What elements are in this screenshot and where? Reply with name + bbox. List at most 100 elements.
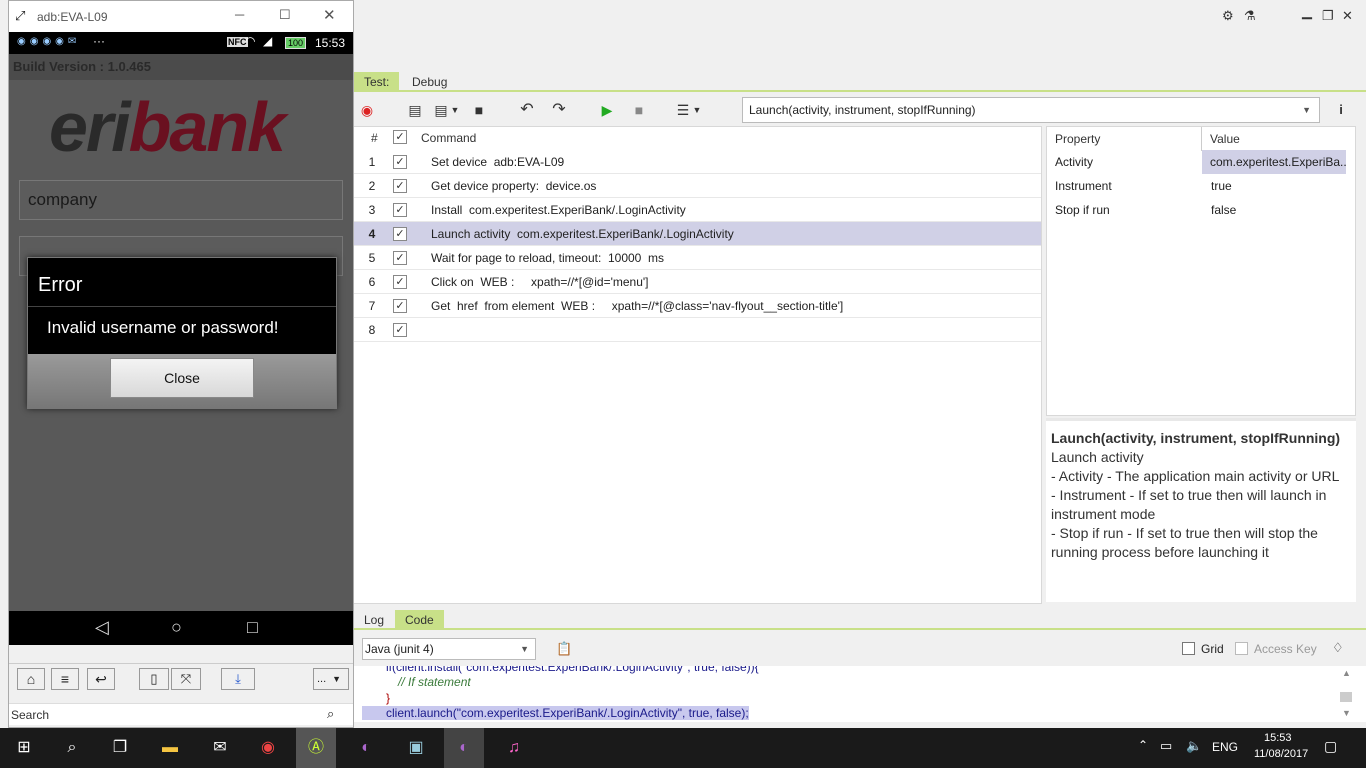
tab-debug[interactable]: Debug — [402, 72, 457, 92]
device-more-button[interactable]: ... ▼ — [313, 668, 349, 690]
chrome-icon[interactable]: ◉ — [248, 734, 288, 762]
notification-icons: ◉◉◉◉✉ — [17, 36, 81, 47]
scroll-up-icon[interactable]: ▲ — [1342, 668, 1351, 678]
table-row[interactable]: 2 ✓ Get device property: device.os — [353, 174, 1041, 198]
itunes-icon[interactable]: ♫ — [494, 734, 534, 762]
device-search[interactable]: Search ⌕ — [9, 703, 353, 725]
row-number: 2 — [368, 179, 376, 193]
device-rotate-icon[interactable]: ▯ — [139, 668, 169, 690]
redo-icon[interactable]: ↷ — [550, 102, 568, 118]
maximize-icon[interactable]: ☐ — [279, 7, 291, 23]
row-checkbox[interactable]: ✓ — [393, 155, 407, 169]
volume-icon[interactable]: 🔈 — [1186, 738, 1202, 754]
language-indicator[interactable]: ENG — [1212, 740, 1238, 754]
table-row[interactable]: 1 ✓ Set device adb:EVA-L09 — [353, 150, 1041, 174]
row-checkbox[interactable]: ✓ — [393, 251, 407, 265]
close-button[interactable]: Close — [110, 358, 254, 398]
action-center-icon[interactable]: ▢ — [1324, 738, 1337, 755]
username-field[interactable]: company — [19, 180, 343, 220]
close-icon[interactable]: ✕ — [323, 6, 336, 24]
settings-bug-icon[interactable]: ⚙ — [1222, 8, 1234, 24]
language-select[interactable]: Java (junit 4) ▼ — [362, 638, 536, 660]
search-icon[interactable]: ⌕ — [52, 734, 92, 762]
minimize-icon[interactable]: ▁ — [1302, 4, 1312, 20]
row-checkbox[interactable]: ✓ — [393, 323, 407, 337]
row-checkbox[interactable]: ✓ — [393, 203, 407, 217]
undo-icon[interactable]: ↶ — [518, 102, 536, 118]
clock-time[interactable]: 15:53 — [1264, 732, 1292, 744]
logo-part-red: bank — [128, 88, 286, 166]
table-row[interactable]: 5 ✓ Wait for page to reload, timeout: 10… — [353, 246, 1041, 270]
code-scrollbar[interactable]: ▲ ▼ — [1340, 668, 1354, 720]
restore-icon[interactable]: ❐ — [1322, 8, 1334, 24]
list-dropdown-icon[interactable]: ▼ — [688, 102, 706, 118]
tab-code[interactable]: Code — [395, 610, 444, 630]
device-window-title: adb:EVA-L09 — [37, 10, 108, 24]
image-app-icon[interactable]: ▣ — [396, 734, 436, 762]
close-icon[interactable]: ✕ — [1342, 8, 1353, 24]
record-icon[interactable]: ◉ — [358, 102, 376, 118]
table-row[interactable]: 7 ✓ Get href from element WEB : xpath=//… — [353, 294, 1041, 318]
device-back-icon[interactable]: ↩ — [87, 668, 115, 690]
property-row[interactable]: Activity com.experitest.ExperiBa... — [1047, 150, 1355, 174]
property-value[interactable]: false — [1211, 198, 1355, 222]
task-view-icon[interactable]: ❐ — [100, 734, 140, 762]
table-row[interactable]: 8 ✓ — [353, 318, 1041, 342]
command-select-value: Launch(activity, instrument, stopIfRunni… — [749, 103, 976, 117]
row-checkbox[interactable]: ✓ — [393, 299, 407, 313]
scroll-down-icon[interactable]: ▼ — [1342, 708, 1351, 718]
mail-icon[interactable]: ✉ — [200, 734, 240, 762]
add-step-icon[interactable]: ▤ — [406, 102, 424, 118]
chevron-up-icon[interactable]: ⌃ — [1138, 738, 1148, 752]
table-row-selected[interactable]: 4 ✓ Launch activity com.experitest.Exper… — [353, 222, 1041, 246]
device-cursor-icon[interactable]: ⤧ — [171, 668, 201, 690]
device-pin-icon[interactable]: ⤓ — [221, 668, 255, 690]
eclipse-icon[interactable]: ◐ — [346, 734, 386, 762]
table-row[interactable]: 6 ✓ Click on WEB : xpath=//*[@id='menu'] — [353, 270, 1041, 294]
eclipse-active-icon[interactable]: ◐ — [444, 728, 484, 768]
save-icon[interactable]: ■ — [470, 102, 488, 118]
windows-taskbar: ⊞ ⌕ ❐ ▬ ✉ ◉ Ⓐ ◐ ▣ ◐ ♫ ⌃ ▭ 🔈 ENG 15:53 11… — [0, 728, 1366, 768]
tab-log[interactable]: Log — [354, 610, 394, 630]
network-icon[interactable]: ▭ — [1160, 738, 1172, 754]
back-icon[interactable]: ◁ — [95, 617, 109, 638]
property-value[interactable]: com.experitest.ExperiBa... — [1202, 150, 1346, 174]
select-all-checkbox[interactable]: ✓ — [393, 130, 407, 144]
grid-checkbox[interactable] — [1182, 642, 1195, 655]
tab-test[interactable]: Test: — [354, 72, 400, 92]
play-icon[interactable]: ▶ — [598, 102, 616, 118]
device-screen[interactable]: ◉◉◉◉✉ ··· NFC ◠ ◢ 100 15:53 Build Versio… — [9, 32, 353, 645]
row-checkbox[interactable]: ✓ — [393, 227, 407, 241]
device-menu-icon[interactable]: ≡ — [51, 668, 79, 690]
search-icon[interactable]: ⌕ — [327, 706, 334, 722]
access-key-checkbox[interactable] — [1235, 642, 1248, 655]
export-dropdown-icon[interactable]: ▼ — [446, 102, 464, 118]
windows-start-icon[interactable]: ⊞ — [4, 734, 44, 762]
home-icon[interactable]: ○ — [171, 617, 182, 638]
table-row[interactable]: 3 ✓ Install com.experitest.ExperiBank/.L… — [353, 198, 1041, 222]
clock-date[interactable]: 11/08/2017 — [1254, 748, 1308, 760]
file-explorer-icon[interactable]: ▬ — [150, 734, 190, 762]
minimize-icon[interactable]: ─ — [235, 7, 244, 22]
clipboard-icon[interactable]: 📋 — [556, 641, 572, 657]
info-icon[interactable]: i — [1332, 102, 1350, 118]
property-row[interactable]: Stop if run false — [1047, 198, 1355, 222]
device-home-icon[interactable]: ⌂ — [17, 668, 45, 690]
code-line-highlighted: client.launch("com.experitest.ExperiBank… — [362, 706, 749, 720]
code-editor[interactable]: if(client.install("com.experitest.Experi… — [352, 666, 1366, 722]
scroll-thumb[interactable] — [1340, 692, 1352, 702]
command-select[interactable]: Launch(activity, instrument, stopIfRunni… — [742, 97, 1320, 123]
row-checkbox[interactable]: ✓ — [393, 275, 407, 289]
lightbulb-icon[interactable]: ♢ — [1332, 640, 1344, 656]
flask-icon[interactable]: ⚗ — [1244, 8, 1256, 24]
command-grid: # ✓ Command 1 ✓ Set device adb:EVA-L09 2… — [352, 126, 1042, 604]
property-value[interactable]: true — [1211, 174, 1355, 198]
stop-icon[interactable]: ■ — [630, 102, 648, 118]
property-row[interactable]: Instrument true — [1047, 174, 1355, 198]
recents-icon[interactable]: □ — [247, 617, 258, 638]
row-checkbox[interactable]: ✓ — [393, 179, 407, 193]
code-line: // If statement — [398, 675, 471, 689]
row-command: Get href from element WEB : xpath=//*[@c… — [431, 299, 844, 313]
status-time: 15:53 — [315, 36, 346, 50]
app-a-icon[interactable]: Ⓐ — [296, 728, 336, 768]
